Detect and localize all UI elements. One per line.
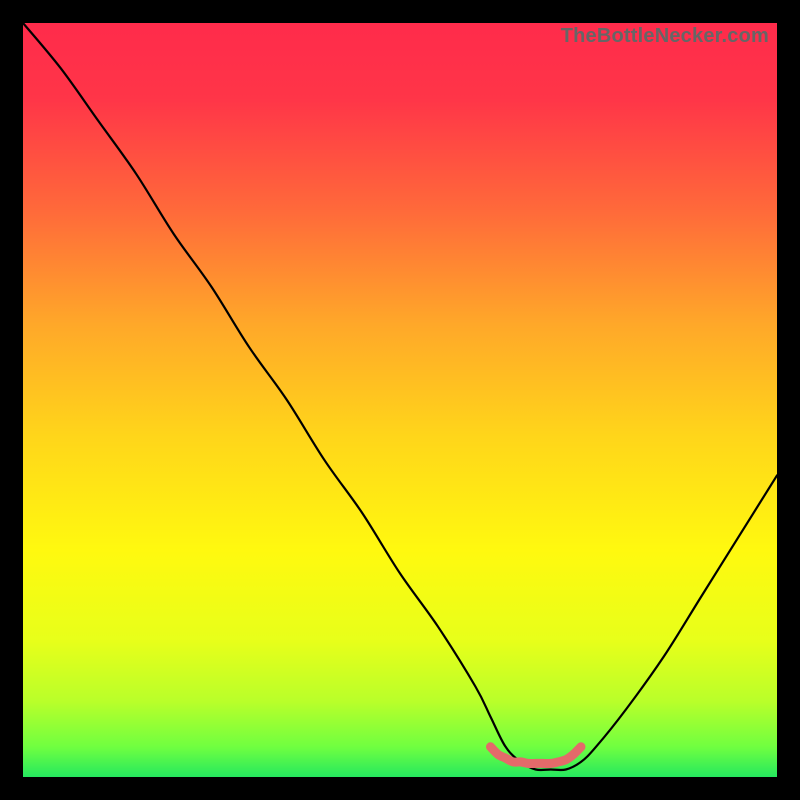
chart-frame: TheBottleNecker.com xyxy=(0,0,800,800)
watermark-text: TheBottleNecker.com xyxy=(561,25,769,48)
bottleneck-chart xyxy=(23,23,777,777)
gradient-background xyxy=(23,23,777,777)
plot-area: TheBottleNecker.com xyxy=(23,23,777,777)
